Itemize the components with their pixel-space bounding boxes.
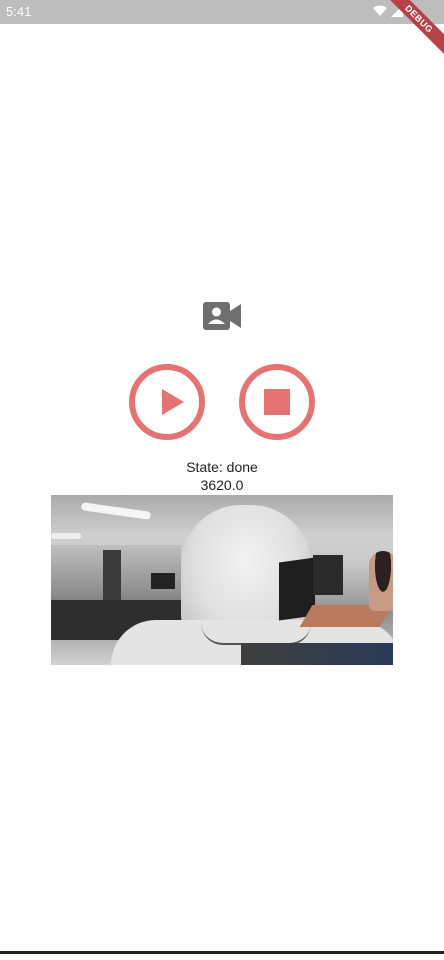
videocam-icon [203,300,241,332]
preview-person [369,551,393,611]
play-button[interactable] [129,364,205,440]
preview-door [103,550,121,605]
preview-cables [201,623,311,645]
preview-monitor [313,555,343,595]
bottom-divider [0,951,444,954]
status-bar: 5:41 [0,0,444,24]
stop-icon [264,389,290,415]
preview-ceiling-light [51,533,81,539]
video-preview[interactable] [51,495,393,665]
stop-button[interactable] [239,364,315,440]
preview-monitor [151,573,175,589]
state-label: State: done [186,459,258,475]
value-label: 3620.0 [200,477,244,493]
status-time: 5:41 [6,4,32,19]
wifi-icon [373,5,387,17]
play-icon [162,389,184,415]
preview-bottom-objects [241,643,393,665]
